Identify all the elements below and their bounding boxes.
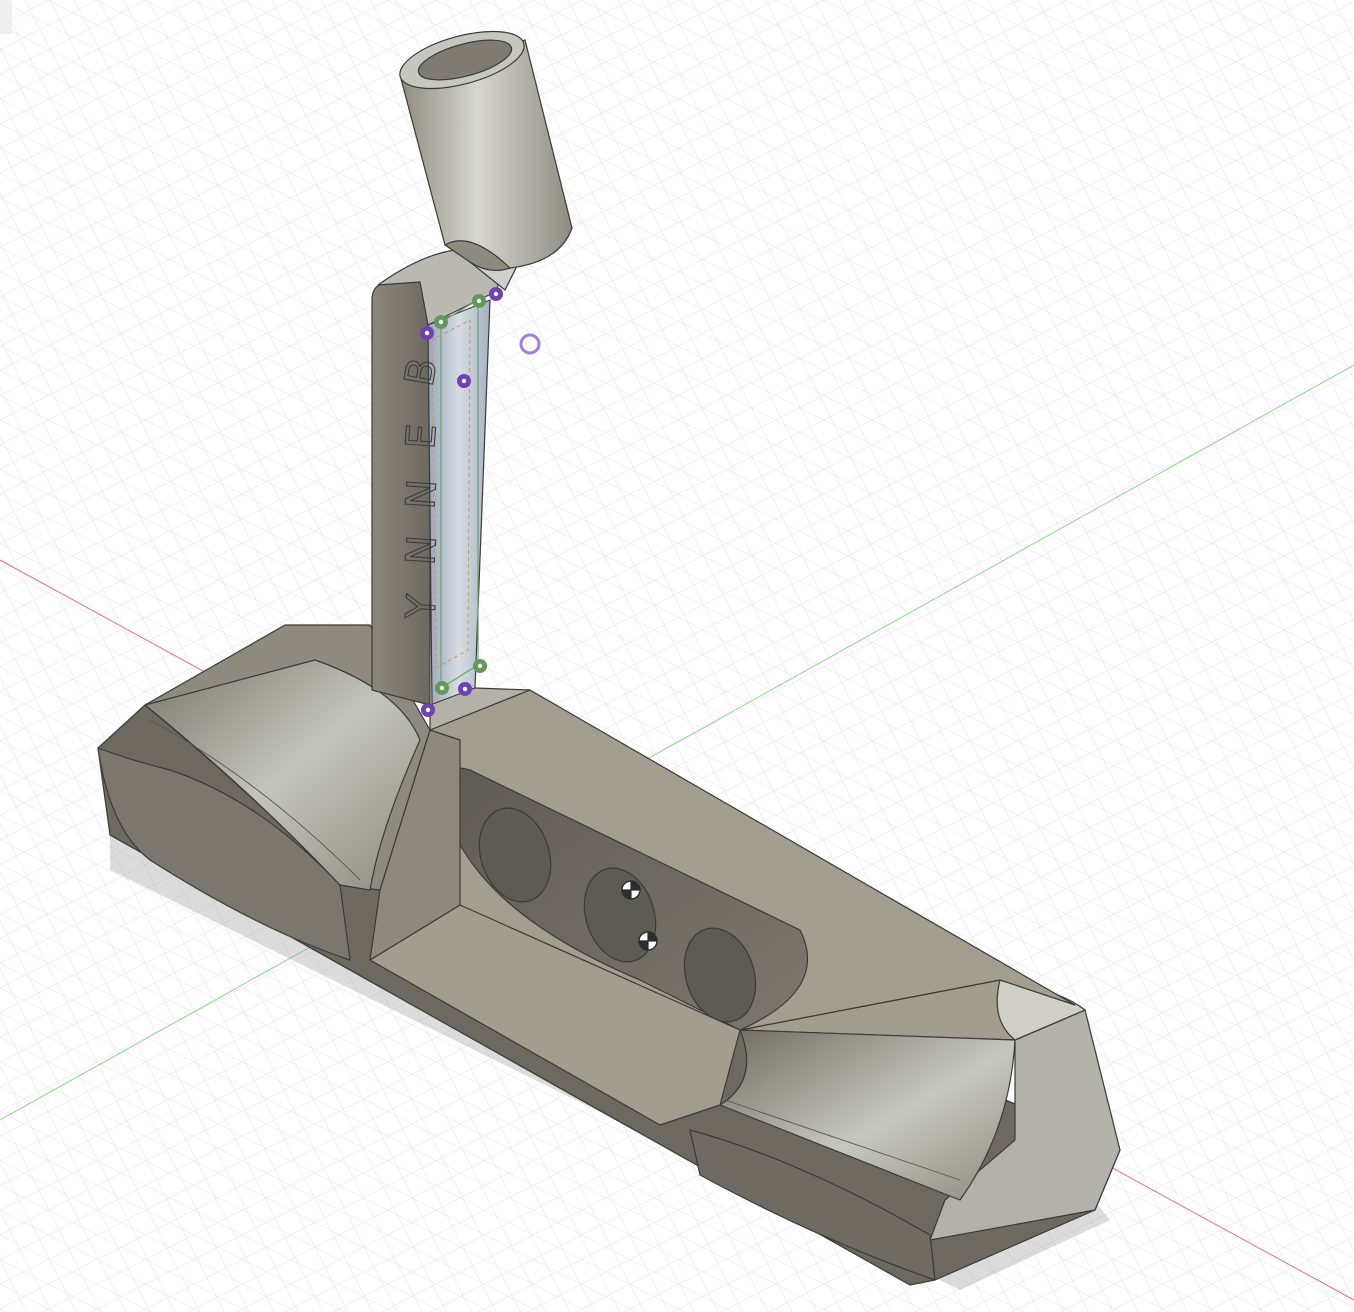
sketch-point-purple[interactable] [420,326,434,340]
sketch-point-purple[interactable] [421,703,435,717]
sketch-point-purple[interactable] [457,374,471,388]
engraving-letter-4: N [398,534,446,567]
viewport-canvas[interactable]: B E N N Y [0,0,1354,1312]
sketch-point-green[interactable] [435,681,449,695]
center-point-icon[interactable] [621,880,641,900]
sketch-point-purple[interactable] [489,287,503,301]
cad-viewport[interactable]: B E N N Y [0,0,1354,1312]
sketch-point-green[interactable] [434,315,448,329]
center-point-icon[interactable] [638,931,658,951]
engraving-letter-5: Y [398,593,446,622]
sketch-point-purple[interactable] [458,682,472,696]
sketch-point-green[interactable] [472,294,486,308]
corner-swatch [0,0,12,34]
engraving-letter-2: E [398,422,446,450]
sketch-point-green[interactable] [473,659,487,673]
engraving-letter-3: N [398,478,446,511]
